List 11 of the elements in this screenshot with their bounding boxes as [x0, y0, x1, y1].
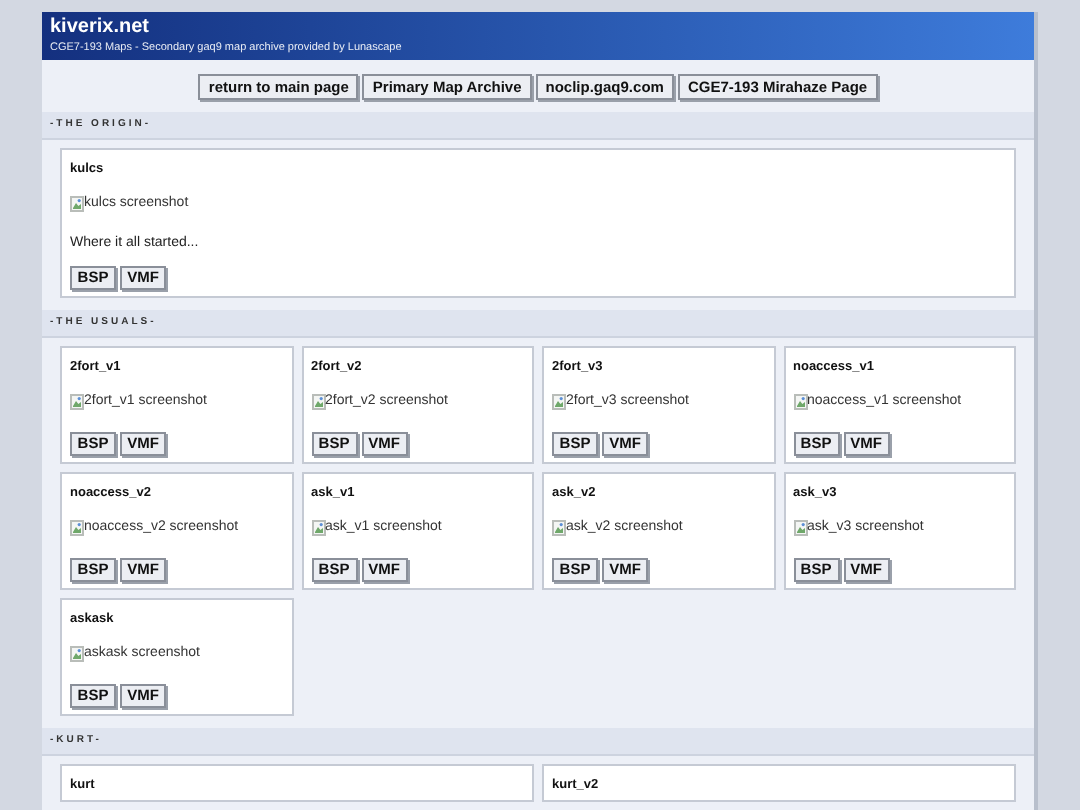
broken-image-icon	[311, 393, 325, 409]
site-title: kiverix.net	[50, 14, 151, 40]
broken-image-icon	[552, 519, 566, 535]
broken-image-icon	[70, 645, 84, 661]
broken-image-icon	[70, 519, 84, 535]
broken-image-icon	[793, 393, 807, 409]
broken-image-icon	[70, 195, 84, 211]
broken-image-icon	[552, 393, 566, 409]
broken-image-icon	[311, 519, 325, 535]
broken-image-icon	[793, 519, 807, 535]
broken-image-icon	[70, 393, 84, 409]
